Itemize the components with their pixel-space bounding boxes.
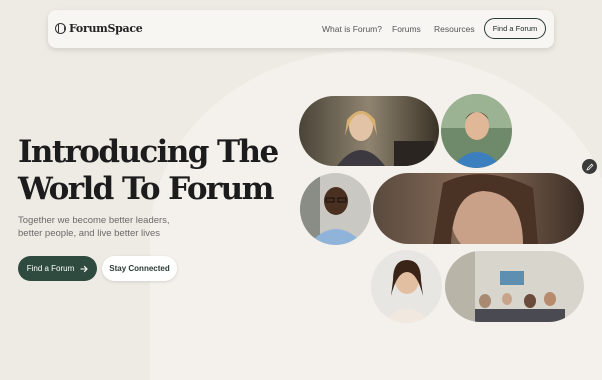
nav-link-forums[interactable]: Forums [392,24,421,34]
find-forum-button-label: Find a Forum [26,264,75,273]
photo-man-smiling [441,94,512,168]
hero-title-line-2: World To Forum [18,171,274,207]
nav-find-forum-button[interactable]: Find a Forum [484,18,546,39]
logo[interactable]: ForumSpace [55,22,143,35]
stay-connected-button[interactable]: Stay Connected [102,256,177,281]
nav-link-resources[interactable]: Resources [434,24,475,34]
hero-subtitle: Together we become better leaders, bette… [18,215,170,239]
hero-title-line-1: Introducing The [18,134,279,170]
nav-link-what-is-forum[interactable]: What is Forum? [322,24,382,34]
pencil-icon [585,163,593,171]
arrow-right-icon [80,265,89,272]
edit-button[interactable] [582,159,597,174]
logo-icon [55,23,66,34]
navbar: ForumSpace What is Forum? Forums Resourc… [48,10,554,48]
photo-woman-smiling [371,250,442,323]
photo-group-meeting [445,251,584,322]
photo-man-glasses [300,173,371,245]
photo-woman-closeup [373,173,584,244]
find-forum-button[interactable]: Find a Forum [18,256,97,281]
photo-woman-meeting [299,96,439,166]
hero-title: Introducing The World To Forum [18,134,279,208]
logo-text: ForumSpace [69,22,143,35]
